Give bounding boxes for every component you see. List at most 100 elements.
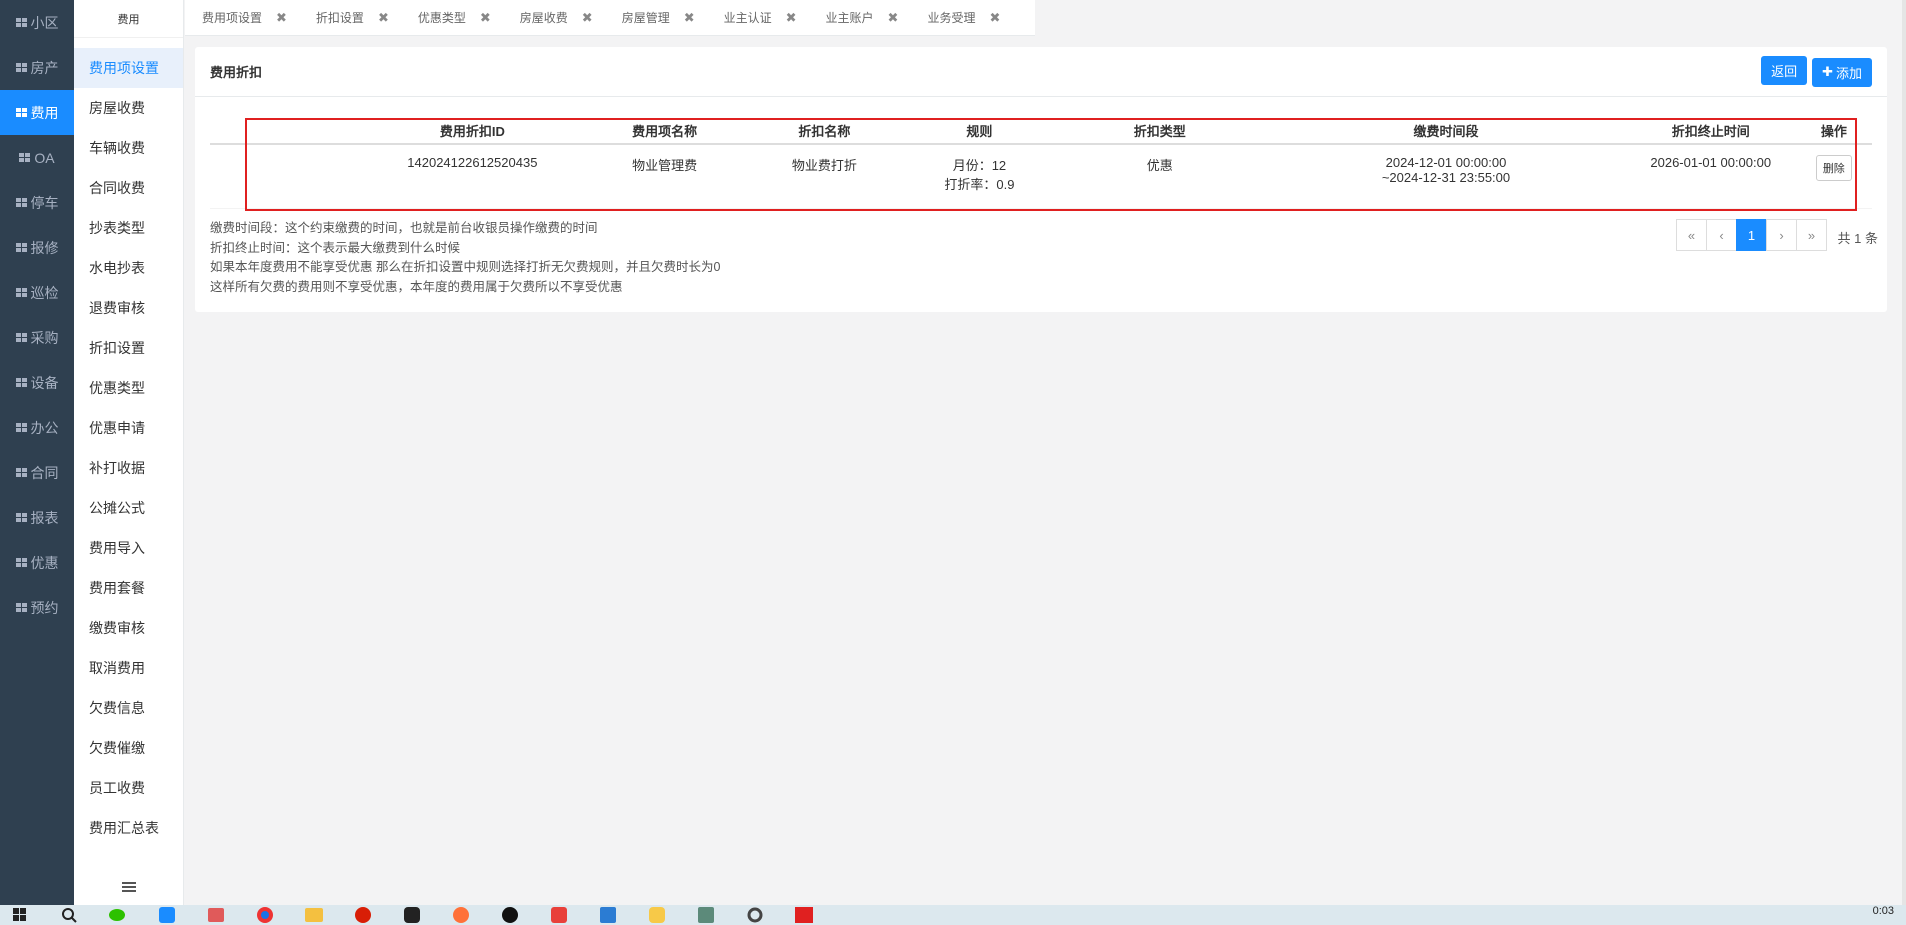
- tab-business-acceptance[interactable]: 业务受理 ✖: [910, 0, 1012, 36]
- back-button[interactable]: 返回: [1761, 56, 1808, 86]
- main-nav-item-reservation[interactable]: 预约: [0, 585, 74, 630]
- sub-nav-item[interactable]: 优惠类型: [74, 368, 183, 408]
- collapse-menu-button[interactable]: [74, 880, 184, 897]
- tab-house-management[interactable]: 房屋管理 ✖: [605, 0, 707, 36]
- sub-sidebar-title: 费用: [74, 0, 183, 38]
- close-icon[interactable]: ✖: [480, 10, 491, 26]
- main-nav-item-report[interactable]: 报表: [0, 495, 74, 540]
- wechat-icon[interactable]: [108, 905, 128, 925]
- close-icon[interactable]: ✖: [378, 10, 389, 26]
- hc-icon[interactable]: [794, 905, 814, 925]
- header-actions: 返回 ✚ 添加: [1756, 56, 1872, 87]
- sub-nav-item[interactable]: 费用项设置: [74, 48, 183, 88]
- note-line: 折扣终止时间：这个表示最大缴费到什么时候: [210, 240, 461, 255]
- first-page-button[interactable]: «: [1676, 219, 1707, 251]
- note-line: 缴费时间段：这个约束缴费的时间，也就是前台收银员操作缴费的时间: [210, 221, 598, 235]
- search-icon[interactable]: [59, 905, 79, 925]
- discount-table: 费用折扣ID 费用项名称 折扣名称 规则 折扣类型 缴费时间段 折扣终止时间 操…: [210, 117, 1872, 209]
- table-header: 费用折扣ID 费用项名称 折扣名称 规则 折扣类型 缴费时间段 折扣终止时间 操…: [210, 117, 1872, 145]
- column-header: 规则: [966, 123, 993, 139]
- settings-icon[interactable]: [745, 905, 765, 925]
- close-icon[interactable]: ✖: [582, 10, 593, 26]
- sub-nav-item[interactable]: 房屋收费: [74, 88, 183, 128]
- column-header: 费用项名称: [632, 123, 698, 139]
- main-nav-item-property[interactable]: 房产: [0, 45, 74, 90]
- last-page-button[interactable]: »: [1796, 219, 1827, 251]
- close-icon[interactable]: ✖: [989, 10, 1000, 26]
- sub-nav-item[interactable]: 补打收据: [74, 448, 183, 488]
- sub-nav-item[interactable]: 费用导入: [74, 528, 183, 568]
- cell-rule: 月份：12 打折率：0.9: [944, 158, 1015, 192]
- sub-nav-item[interactable]: 欠费信息: [74, 688, 183, 728]
- prev-page-button[interactable]: ‹: [1706, 219, 1737, 251]
- grid-icon: [15, 108, 27, 117]
- grid-icon: [15, 558, 27, 567]
- menu-collapse-icon: [122, 880, 136, 894]
- sub-nav-item[interactable]: 缴费审核: [74, 608, 183, 648]
- note-line: 如果本年度费用不能享受优惠 那么在折扣设置中规则选择打折无欠费规则，并且欠费时长…: [210, 260, 721, 274]
- chrome-icon[interactable]: [255, 905, 275, 925]
- sub-nav-item[interactable]: 员工收费: [74, 768, 183, 808]
- add-button[interactable]: ✚ 添加: [1812, 57, 1872, 87]
- python-icon[interactable]: [647, 905, 667, 925]
- main-nav-item-equipment[interactable]: 设备: [0, 360, 74, 405]
- main-nav-item-fee[interactable]: 费用: [0, 90, 74, 135]
- sub-nav-item[interactable]: 退费审核: [74, 288, 183, 328]
- column-header: 费用折扣ID: [439, 123, 505, 139]
- close-icon[interactable]: ✖: [786, 10, 797, 26]
- folder-icon[interactable]: [304, 905, 324, 925]
- sub-nav-item[interactable]: 费用套餐: [74, 568, 183, 608]
- sub-nav-item[interactable]: 车辆收费: [74, 128, 183, 168]
- sub-sidebar: 费用 费用项设置 房屋收费 车辆收费 合同收费 抄表类型 水电抄表 退费审核 折…: [74, 0, 184, 905]
- windows-icon[interactable]: [10, 905, 30, 925]
- main-nav-item-office[interactable]: 办公: [0, 405, 74, 450]
- sub-nav-item[interactable]: 公摊公式: [74, 488, 183, 528]
- main-nav-item-contract[interactable]: 合同: [0, 450, 74, 495]
- tab-fee-item-settings[interactable]: 费用项设置 ✖: [185, 0, 299, 36]
- scrollbar[interactable]: [1902, 0, 1906, 905]
- sub-nav-item[interactable]: 合同收费: [74, 168, 183, 208]
- sub-nav-item[interactable]: 取消费用: [74, 648, 183, 688]
- grid-icon: [15, 63, 27, 72]
- sub-nav-item[interactable]: 水电抄表: [74, 248, 183, 288]
- tab-discount-settings[interactable]: 折扣设置 ✖: [299, 0, 401, 36]
- main-nav-item-parking[interactable]: 停车: [0, 180, 74, 225]
- capture-icon[interactable]: [402, 905, 422, 925]
- sub-nav-item[interactable]: 折扣设置: [74, 328, 183, 368]
- column-header: 折扣终止时间: [1671, 123, 1750, 139]
- pagination: « ‹ 1 › »: [1676, 219, 1827, 251]
- eraser-icon[interactable]: [206, 905, 226, 925]
- close-icon[interactable]: ✖: [684, 10, 695, 26]
- close-icon[interactable]: ✖: [276, 10, 287, 26]
- sub-nav-item[interactable]: 优惠申请: [74, 408, 183, 448]
- main-nav-item-repair[interactable]: 报修: [0, 225, 74, 270]
- grid-icon: [15, 513, 27, 522]
- cell-actions: 删除: [1796, 155, 1872, 181]
- main-nav-item-discount[interactable]: 优惠: [0, 540, 74, 585]
- sub-nav-item[interactable]: 欠费催缴: [74, 728, 183, 768]
- terminal-icon[interactable]: [696, 905, 716, 925]
- delete-button[interactable]: 删除: [1815, 155, 1852, 181]
- wps-icon[interactable]: [549, 905, 569, 925]
- netease-music-icon[interactable]: [353, 905, 373, 925]
- x-icon[interactable]: [500, 905, 520, 925]
- sub-nav-item[interactable]: 抄表类型: [74, 208, 183, 248]
- tab-house-fee[interactable]: 房屋收费 ✖: [503, 0, 605, 36]
- sub-nav-item[interactable]: 费用汇总表: [74, 808, 183, 848]
- main-nav-item-oa[interactable]: OA: [0, 135, 74, 180]
- column-header: 折扣类型: [1133, 123, 1186, 139]
- tab-discount-type[interactable]: 优惠类型 ✖: [401, 0, 503, 36]
- app-store-icon[interactable]: [157, 905, 177, 925]
- main-nav-item-inspection[interactable]: 巡检: [0, 270, 74, 315]
- close-icon[interactable]: ✖: [888, 10, 899, 26]
- tab-owner-account[interactable]: 业主账户 ✖: [809, 0, 911, 36]
- firefox-icon[interactable]: [451, 905, 471, 925]
- taskbar: 0:03: [0, 905, 1906, 925]
- tab-owner-auth[interactable]: 业主认证 ✖: [707, 0, 809, 36]
- cell-fee-name: 物业管理费: [632, 158, 698, 173]
- main-nav-item-community[interactable]: 小区: [0, 0, 74, 45]
- next-page-button[interactable]: ›: [1766, 219, 1797, 251]
- main-nav-item-purchase[interactable]: 采购: [0, 315, 74, 360]
- page-number-button[interactable]: 1: [1736, 219, 1767, 251]
- vscode-icon[interactable]: [598, 905, 618, 925]
